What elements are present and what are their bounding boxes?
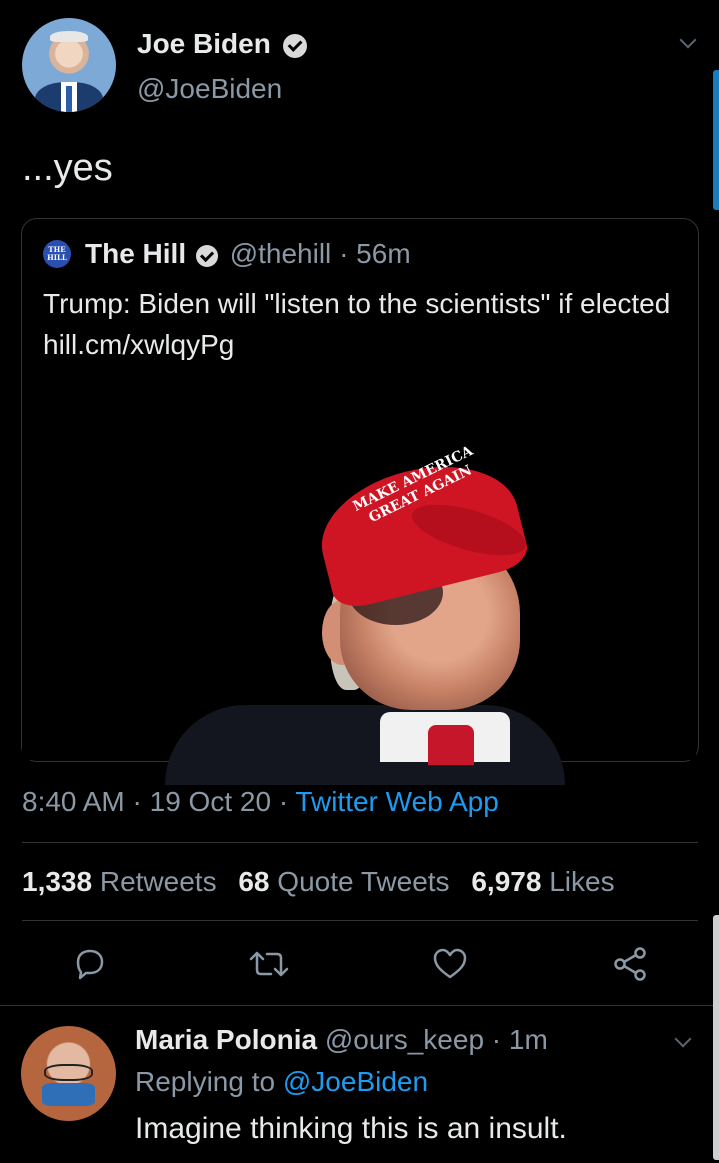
quotes-stat[interactable]: 68 Quote Tweets [238, 866, 457, 897]
logo-text-bottom: HILL [47, 253, 67, 262]
reply-author-line: Maria Polonia @ours_keep · 1m [135, 1022, 548, 1058]
tweet-menu-chevron-icon[interactable] [679, 31, 697, 49]
tweet-source[interactable]: Twitter Web App [295, 786, 498, 817]
divider-bottom [0, 1005, 719, 1006]
avatar[interactable] [22, 18, 116, 112]
replying-to-line: Replying to @JoeBiden [135, 1064, 428, 1100]
quoted-text: Trump: Biden will "listen to the scienti… [43, 288, 671, 360]
timestamp-line: 8:40 AM · 19 Oct 20 · Twitter Web App [22, 784, 499, 820]
avatar-hair [50, 31, 88, 43]
reply-avatar[interactable] [21, 1026, 116, 1121]
quotes-count: 68 [238, 866, 270, 897]
reply-separator: · [491, 1024, 502, 1055]
reply-age: 1m [508, 1024, 548, 1055]
quoted-separator: · [339, 238, 349, 269]
reply-avatar-mask [41, 1083, 96, 1106]
likes-label: Likes [549, 866, 615, 897]
time-separator-1: · [132, 786, 142, 817]
retweets-label: Retweets [99, 866, 217, 897]
quoted-author-name[interactable]: The Hill [85, 238, 186, 269]
retweet-icon [249, 951, 289, 977]
author-line: Joe Biden [137, 26, 307, 62]
divider-middle [22, 920, 698, 921]
author-name[interactable]: Joe Biden [137, 28, 271, 59]
time-separator-2: · [278, 786, 289, 817]
quoted-author-line: The Hill @thehill · 56m [85, 236, 411, 272]
reply-menu-chevron-icon[interactable] [674, 1030, 692, 1048]
reply-button[interactable] [70, 944, 110, 984]
likes-count: 6,978 [471, 866, 542, 897]
avatar-tie [66, 85, 72, 112]
tweet-date[interactable]: 19 Oct 20 [150, 786, 271, 817]
quoted-author-handle[interactable]: @thehill [230, 238, 332, 269]
share-icon [614, 947, 646, 981]
tweet-text: ...yes [22, 147, 113, 189]
like-button[interactable] [430, 944, 470, 984]
quoted-age: 56m [356, 238, 411, 269]
retweets-stat[interactable]: 1,338 Retweets [22, 866, 224, 897]
reply-author-name[interactable]: Maria Polonia [135, 1024, 317, 1055]
author-handle[interactable]: @JoeBiden [137, 71, 282, 107]
retweet-button[interactable] [247, 944, 291, 984]
scrollbar-thumb[interactable] [713, 70, 719, 210]
stats-row: 1,338 Retweets 68 Quote Tweets 6,978 Lik… [22, 864, 615, 900]
reply-author-handle[interactable]: @ours_keep [325, 1024, 484, 1055]
reply-icon [76, 949, 104, 980]
quoted-verified-badge-icon [195, 244, 218, 267]
verified-badge-icon [282, 33, 307, 58]
the-hill-logo: THE HILL [43, 240, 71, 268]
replying-to-label: Replying to [135, 1066, 276, 1097]
image-tie [428, 725, 474, 765]
reply-avatar-glasses [43, 1064, 94, 1082]
heart-icon [433, 948, 467, 979]
reply-text: Imagine thinking this is an insult. [135, 1112, 567, 1145]
tweet-time[interactable]: 8:40 AM [22, 786, 125, 817]
share-button[interactable] [610, 944, 650, 984]
likes-stat[interactable]: 6,978 Likes [471, 866, 614, 897]
divider-top [22, 842, 698, 843]
replying-to-handle[interactable]: @JoeBiden [283, 1066, 428, 1097]
quotes-label: Quote Tweets [277, 866, 450, 897]
scrollbar-track[interactable] [713, 915, 719, 1160]
retweets-count: 1,338 [22, 866, 93, 897]
